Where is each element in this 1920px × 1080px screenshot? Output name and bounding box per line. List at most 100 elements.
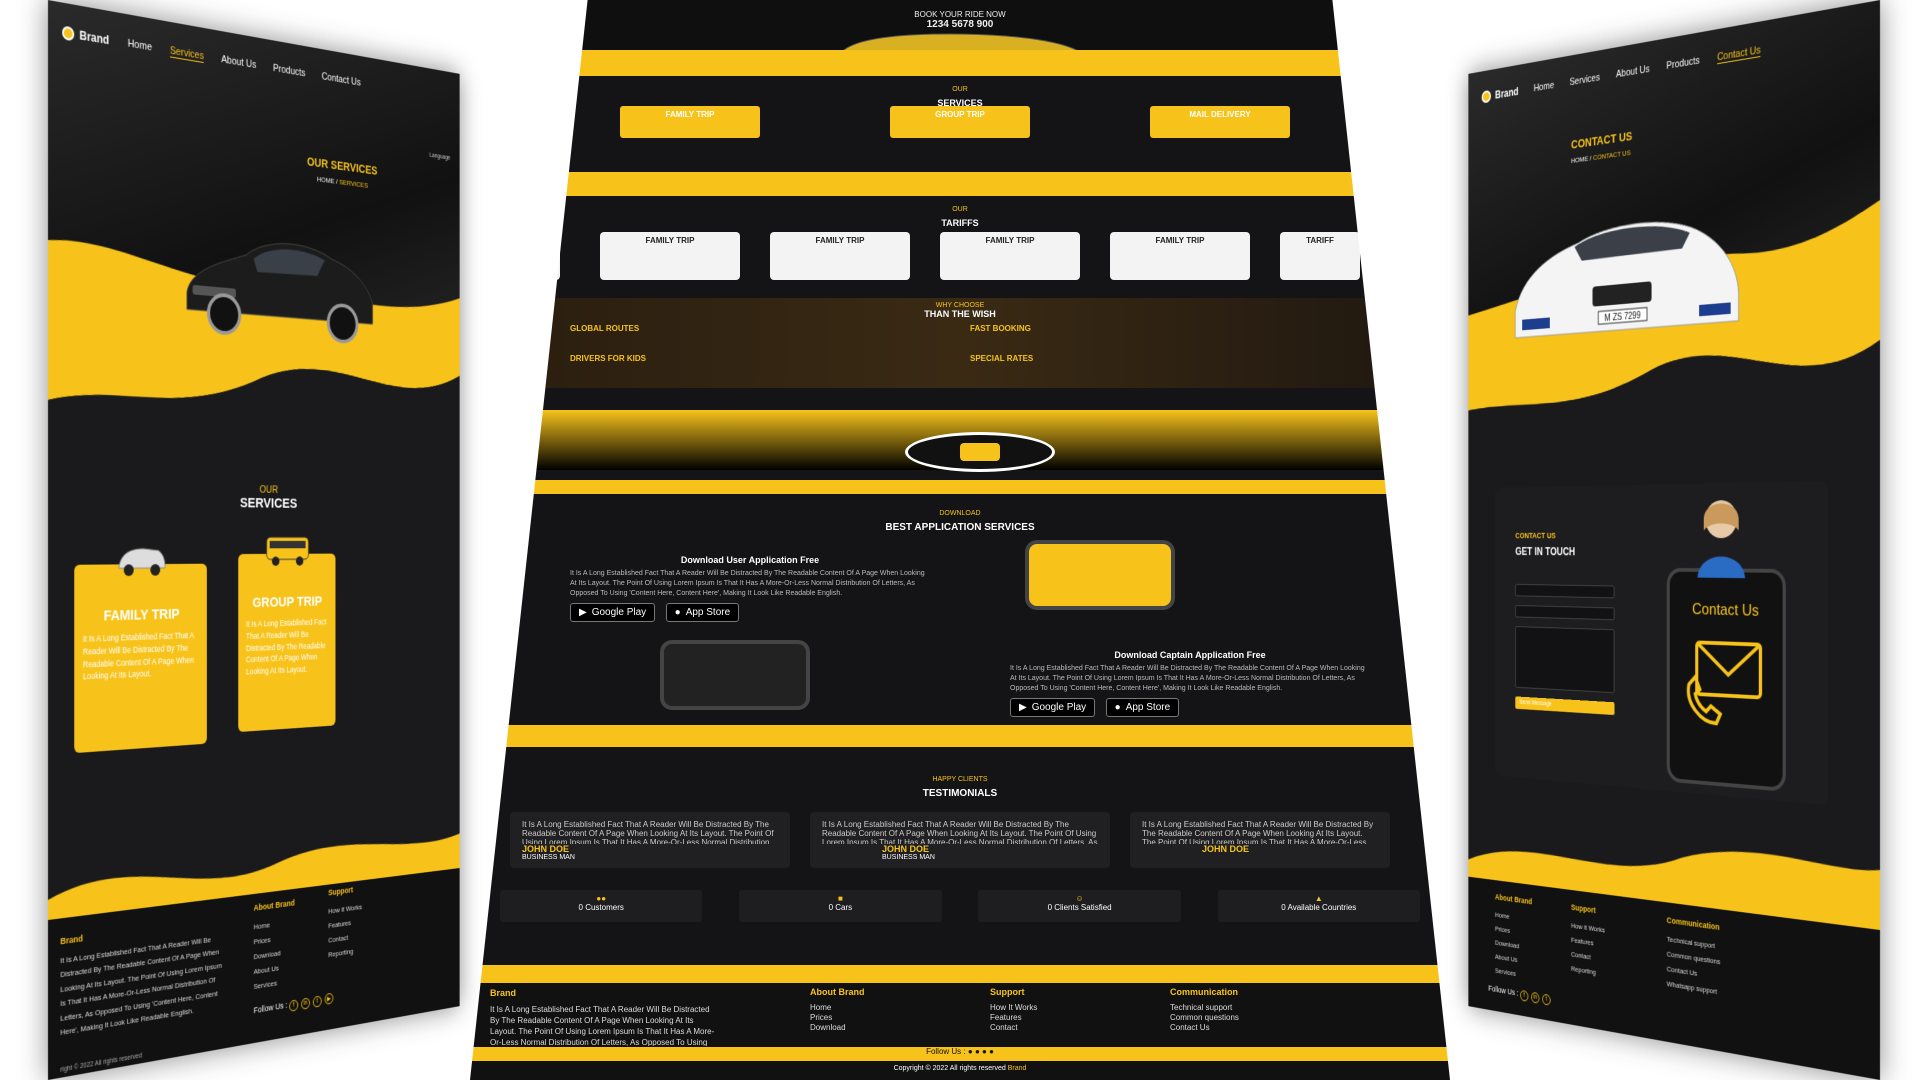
footer-link-home[interactable]: Home <box>810 1003 865 1013</box>
service-tab-group[interactable]: GROUP TRIP <box>890 106 1030 138</box>
footer-col-title: Support <box>1571 902 1596 915</box>
linkedin-icon[interactable]: in <box>1531 991 1540 1004</box>
section-kicker: WHY CHOOSE <box>935 302 985 309</box>
service-card-family-trip[interactable]: FAMILY TRIP It Is A Long Established Fac… <box>74 564 207 754</box>
yellow-band <box>470 725 1450 747</box>
tariff-card[interactable]: FAMILY TRIP <box>940 232 1080 280</box>
stat-label: Clients Satisfied <box>1054 903 1112 912</box>
testimonial-name: JOHN DOE <box>882 844 930 854</box>
captain-app-desc: It Is A Long Established Fact That A Rea… <box>1010 665 1365 692</box>
google-play-icon: ▶ <box>579 607 587 619</box>
breadcrumb-sep: / <box>336 177 338 186</box>
brand-logo[interactable]: Brand <box>62 25 109 47</box>
user-app-title: Download User Application Free <box>680 555 820 565</box>
facebook-icon[interactable]: f <box>1520 989 1529 1002</box>
twitter-icon[interactable]: t <box>312 994 322 1008</box>
linkedin-icon[interactable]: in <box>301 996 310 1010</box>
service-card-group-trip[interactable]: GROUP TRIP It Is A Long Established Fact… <box>238 554 336 733</box>
services-heading: OUR SERVICES <box>48 480 460 514</box>
yellow-band <box>470 480 1450 494</box>
testimonial-role: BUSINESS MAN <box>522 854 575 861</box>
brand-name: Brand <box>1495 85 1519 102</box>
testimonial-quote: It Is A Long Established Fact That A Rea… <box>522 820 774 844</box>
stat-label: Cars <box>835 903 853 912</box>
footer-link-questions[interactable]: Common questions <box>1170 1013 1239 1023</box>
app-store-button[interactable]: ● App Store <box>665 603 740 623</box>
footer-link-download[interactable]: Download <box>810 1023 865 1033</box>
phone-contact-label: Contact Us <box>1692 600 1759 620</box>
apple-icon: ● <box>1114 702 1121 714</box>
phone-user-app-image <box>1025 540 1175 610</box>
send-message-button[interactable]: Send Message <box>1515 696 1615 716</box>
youtube-icon[interactable]: ● <box>989 1047 994 1056</box>
tariff-card[interactable]: FAMILY TRIP <box>600 232 740 280</box>
user-app-desc: It Is A Long Established Fact That A Rea… <box>570 570 925 597</box>
footer-col-about: About Brand Home Prices Download About U… <box>1495 889 1532 984</box>
testimonial-name: JOHN DOE <box>1202 844 1250 854</box>
stat-customers: ●● 0 Customers <box>500 890 703 922</box>
brand-icon <box>62 25 75 42</box>
woman-avatar-illustration <box>1697 499 1746 579</box>
section-kicker: OUR <box>952 206 968 213</box>
footer-about: Brand It Is A Long Established Fact That… <box>60 911 225 1041</box>
nav-home[interactable]: Home <box>1534 80 1554 94</box>
brand-name: Brand <box>79 28 110 48</box>
linkedin-icon[interactable]: ● <box>975 1047 980 1056</box>
footer-col-support: Support How It Works Features Contact <box>990 987 1037 1034</box>
why-item: GLOBAL ROUTES <box>570 324 640 333</box>
nav-home[interactable]: Home <box>128 38 152 54</box>
stats-row: ●● 0 Customers ■ 0 Cars ☺ 0 Clients Satisfi… <box>500 890 1420 924</box>
card-text: It Is A Long Established Fact That A Rea… <box>82 630 194 682</box>
form-title: GET IN TOUCH <box>1515 545 1576 558</box>
captain-app-block: Download Captain Application Free It Is … <box>1010 650 1370 718</box>
twitter-icon[interactable]: ● <box>982 1047 987 1056</box>
footer-link-how[interactable]: How It Works <box>990 1003 1037 1013</box>
nav-products[interactable]: Products <box>1666 55 1699 72</box>
white-sports-car-image: M ZS 7299 <box>1509 187 1746 365</box>
nav-contact[interactable]: Contact Us <box>322 71 361 88</box>
tariff-card[interactable]: FAMILY TRIP <box>1110 232 1250 280</box>
follow-us: Follow Us : f in t ▶ <box>254 992 337 1017</box>
minivan-icon <box>115 541 168 577</box>
testimonial-card: It Is A Long Established Fact That A Rea… <box>810 812 1110 868</box>
twitter-icon[interactable]: t <box>1542 993 1551 1006</box>
youtube-icon[interactable]: ▶ <box>324 992 334 1005</box>
service-tab-mail[interactable]: MAIL DELIVERY <box>1150 106 1290 138</box>
nav-contact[interactable]: Contact Us <box>1717 43 1761 64</box>
smile-icon: ☺ <box>1075 894 1084 903</box>
tariff-card[interactable]: FAMILY TRIP <box>770 232 910 280</box>
google-play-button[interactable]: ▶ Google Play <box>1010 698 1096 718</box>
nav-products[interactable]: Products <box>273 63 305 80</box>
footer-link-technical[interactable]: Technical support <box>1170 1003 1239 1013</box>
stat-label: Customers <box>585 903 624 912</box>
facebook-icon[interactable]: ● <box>968 1047 973 1056</box>
service-tab-family[interactable]: FAMILY TRIP <box>620 106 760 138</box>
app-store-button[interactable]: ● App Store <box>1105 698 1180 718</box>
tariff-card[interactable]: TARIFF <box>1280 232 1360 280</box>
google-play-button[interactable]: ▶ Google Play <box>570 603 656 623</box>
why-item: SPECIAL RATES <box>970 354 1034 363</box>
brand-logo[interactable]: Brand <box>1481 85 1519 104</box>
message-field[interactable] <box>1515 626 1615 694</box>
google-play-label: Google Play <box>1031 702 1087 714</box>
footer-link-features[interactable]: Features <box>990 1013 1037 1023</box>
footer-link-contact-us[interactable]: Contact Us <box>1170 1023 1239 1033</box>
footer-col-about: About Brand Home Prices Download <box>810 987 865 1034</box>
nav-about[interactable]: About Us <box>221 54 256 71</box>
tariff-card[interactable]: TRIP <box>500 232 560 280</box>
tariffs-heading: OUR TARIFFS <box>470 206 1450 231</box>
name-field[interactable] <box>1515 583 1615 599</box>
footer-col-title: Communication <box>1170 987 1239 997</box>
nav-about[interactable]: About Us <box>1616 64 1650 81</box>
facebook-icon[interactable]: f <box>289 998 299 1012</box>
user-app-block: Download User Application Free It Is A L… <box>570 555 930 623</box>
section-title: SERVICES <box>239 495 298 512</box>
footer-link-prices[interactable]: Prices <box>810 1013 865 1023</box>
footer-brand: Brand <box>490 988 517 998</box>
footer-link-contact[interactable]: Contact <box>990 1023 1037 1033</box>
nav-services[interactable]: Services <box>170 44 204 63</box>
email-field[interactable] <box>1515 605 1615 621</box>
services-page-mockup: Brand Home Services About Us Products Co… <box>48 0 460 1080</box>
follow-label: Follow Us : <box>253 1000 288 1016</box>
nav-services[interactable]: Services <box>1570 72 1600 88</box>
